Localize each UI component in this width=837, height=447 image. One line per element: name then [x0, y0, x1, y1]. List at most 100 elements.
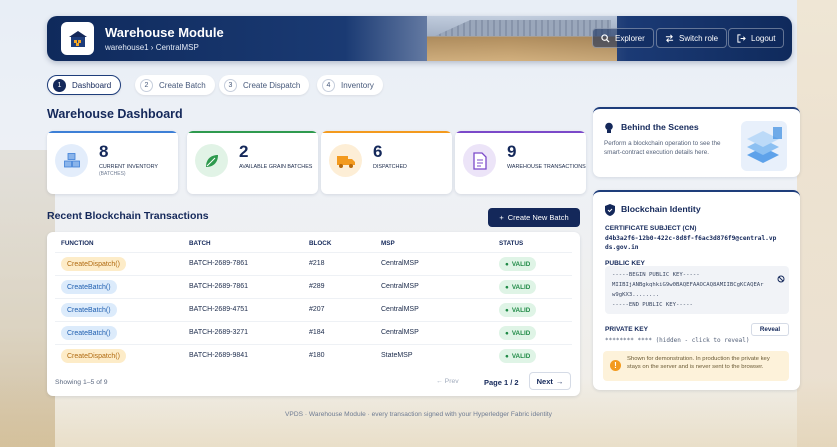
page-indicator: Page 1 / 2 — [484, 378, 519, 387]
page-title: Warehouse Module — [105, 25, 224, 40]
transactions-title: Recent Blockchain Transactions — [47, 210, 209, 222]
private-key-label: PRIVATE KEY — [605, 326, 648, 333]
create-new-batch-label: Create New Batch — [507, 213, 569, 222]
public-key-box: -----BEGIN PUBLIC KEY----- MIIBIjANBgkqh… — [605, 266, 789, 314]
public-key-line: -----BEGIN PUBLIC KEY----- — [612, 272, 700, 278]
footer-text: VPDS · Warehouse Module · every transact… — [285, 411, 552, 418]
status-badge: ● VALID — [499, 280, 537, 294]
step-number: 3 — [224, 78, 237, 92]
column-header-block: BLOCK — [309, 240, 332, 247]
public-key-line: w9gKX3........ — [612, 292, 660, 298]
private-key-value[interactable]: ******** **** (hidden - click to reveal) — [605, 337, 750, 344]
table-row[interactable]: CreateBatch() BATCH-2689-7861 #289 Centr… — [55, 275, 572, 297]
function-badge: CreateDispatch() — [61, 257, 126, 271]
public-key-line: -----END PUBLIC KEY----- — [612, 302, 693, 308]
breadcrumb: warehouse1 › CentralMSP — [105, 43, 199, 52]
msp-cell: CentralMSP — [381, 260, 419, 267]
stat-value: 6 — [373, 142, 383, 161]
demo-warning-note: ! Shown for demonstration. In production… — [603, 351, 789, 381]
block-cell: #218 — [309, 260, 325, 267]
public-key-line: MIIBIjANBgkqhkiG9w0BAQEFAAOCAQ8AMIIBCgKC… — [612, 282, 764, 288]
step-label: Inventory — [341, 80, 374, 90]
block-cell: #207 — [309, 306, 325, 313]
card-accent-line — [321, 131, 452, 133]
msp-cell: CentralMSP — [381, 283, 419, 290]
card-accent-line — [47, 131, 178, 133]
dot-icon: ● — [505, 283, 509, 291]
behind-the-scenes-panel: Behind the Scenes Perform a blockchain o… — [593, 107, 800, 177]
behind-the-scenes-text: Perform a blockchain operation to see th… — [604, 140, 721, 156]
function-badge: CreateBatch() — [61, 326, 117, 340]
switch-role-label: Switch role — [679, 33, 719, 43]
step-label: Create Batch — [159, 80, 206, 90]
function-badge: CreateBatch() — [61, 280, 117, 294]
app-header: Warehouse Module warehouse1 › CentralMSP… — [47, 16, 792, 61]
dot-icon: ● — [505, 260, 509, 268]
table-row[interactable]: CreateDispatch() BATCH-2689-7861 #218 Ce… — [55, 252, 572, 274]
pagination-summary: Showing 1–5 of 9 — [55, 379, 108, 386]
certificate-subject-line-1: d4b3a2f6-12b0-422c-8d8f-f6ac3d876f9@cent… — [605, 235, 777, 242]
stat-card-warehouse-transactions: 9 WAREHOUSE TRANSACTIONS — [455, 131, 586, 194]
server-stack-icon — [733, 117, 795, 175]
next-page-label: Next — [536, 376, 553, 386]
arrow-right-icon: → — [555, 376, 564, 386]
logout-button[interactable]: Logout — [728, 28, 785, 48]
stat-value: 2 — [239, 142, 249, 161]
table-row[interactable]: CreateBatch() BATCH-2689-4751 #207 Centr… — [55, 298, 572, 320]
cubes-icon — [55, 144, 88, 177]
step-create-dispatch[interactable]: 3 Create Dispatch — [219, 75, 310, 95]
card-accent-line — [187, 131, 318, 133]
explorer-label: Explorer — [615, 33, 645, 43]
batch-cell: BATCH-2689-9841 — [189, 352, 249, 359]
stat-card-available-batches: 2 AVAILABLE GRAIN BATCHES — [187, 131, 318, 194]
document-icon — [463, 144, 496, 177]
table-row[interactable]: CreateBatch() BATCH-2689-3271 #184 Centr… — [55, 321, 572, 343]
dot-icon: ● — [505, 352, 509, 360]
table-row[interactable]: CreateDispatch() BATCH-2689-9841 #180 St… — [55, 344, 572, 366]
status-badge: ● VALID — [499, 349, 537, 363]
status-badge: ● VALID — [499, 303, 537, 317]
stat-value: 8 — [99, 142, 109, 161]
msp-cell: StateMSP — [381, 352, 413, 359]
stat-card-inventory: 8 CURRENT INVENTORY (BATCHES) — [47, 131, 178, 194]
logout-label: Logout — [751, 33, 776, 43]
function-badge: CreateBatch() — [61, 303, 117, 317]
msp-cell: CentralMSP — [381, 306, 419, 313]
shield-icon — [605, 203, 615, 221]
status-text: VALID — [511, 329, 531, 337]
plus-icon: + — [499, 213, 504, 222]
behind-the-scenes-title: Behind the Scenes — [621, 122, 699, 132]
copy-key-icon[interactable] — [777, 270, 785, 288]
next-page-button[interactable]: Next → — [529, 372, 571, 390]
stat-value: 9 — [507, 142, 517, 161]
stat-label: WAREHOUSE TRANSACTIONS — [507, 164, 586, 170]
lightbulb-icon — [604, 121, 614, 139]
reveal-private-key-button[interactable]: Reveal — [751, 323, 789, 336]
prev-page-button[interactable]: ← Prev — [436, 378, 459, 385]
block-cell: #184 — [309, 329, 325, 336]
batch-cell: BATCH-2689-7861 — [189, 260, 249, 267]
transactions-table: FUNCTION BATCH BLOCK MSP STATUS CreateDi… — [47, 232, 580, 396]
blockchain-identity-title: Blockchain Identity — [621, 204, 701, 214]
step-label: Dashboard — [72, 80, 112, 90]
dashboard-title: Warehouse Dashboard — [47, 107, 183, 121]
status-text: VALID — [511, 260, 531, 268]
status-badge: ● VALID — [499, 326, 537, 340]
block-cell: #289 — [309, 283, 325, 290]
dot-icon: ● — [505, 306, 509, 314]
batch-cell: BATCH-2689-4751 — [189, 306, 249, 313]
switch-role-button[interactable]: Switch role — [656, 28, 728, 48]
status-text: VALID — [511, 352, 531, 360]
stat-label: DISPATCHED — [373, 164, 407, 170]
column-header-msp: MSP — [381, 240, 395, 247]
leaf-icon — [195, 144, 228, 177]
step-inventory[interactable]: 4 Inventory — [317, 75, 383, 95]
batch-cell: BATCH-2689-3271 — [189, 329, 249, 336]
swap-icon — [665, 34, 674, 42]
column-header-status: STATUS — [499, 240, 524, 247]
create-new-batch-button[interactable]: + Create New Batch — [488, 208, 580, 227]
explorer-button[interactable]: Explorer — [592, 28, 654, 48]
step-create-batch[interactable]: 2 Create Batch — [135, 75, 215, 95]
step-dashboard[interactable]: 1 Dashboard — [47, 75, 122, 95]
block-cell: #180 — [309, 352, 325, 359]
